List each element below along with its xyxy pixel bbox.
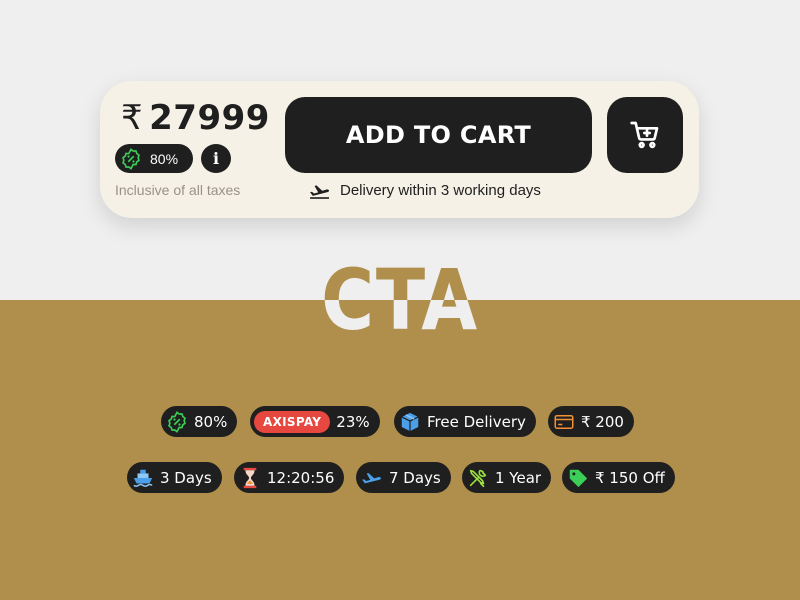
discount-value: 80% (150, 150, 179, 167)
coupon-chip: ₹ 150 Off (562, 462, 675, 493)
info-button[interactable]: i (201, 144, 231, 173)
discount-chip-label: 80% (194, 412, 228, 431)
delivery-text: Delivery within 3 working days (340, 181, 541, 199)
coupon-label: ₹ 150 Off (595, 468, 665, 487)
airplane-icon (361, 467, 383, 489)
card-offer-chip: ₹ 200 (548, 406, 634, 437)
package-icon (399, 411, 421, 433)
ship-icon (132, 467, 154, 489)
price-value: 27999 (149, 98, 270, 138)
page-title: CTA (56, 250, 744, 350)
free-delivery-label: Free Delivery (427, 412, 526, 431)
tax-note: Inclusive of all taxes (115, 182, 241, 198)
price: ₹27999 (121, 98, 270, 138)
free-delivery-chip: Free Delivery (394, 406, 536, 437)
discount-badge: 80% (115, 144, 193, 173)
bank-offer-tag: AXISPAY (254, 410, 331, 433)
warranty-chip: 1 Year (462, 462, 552, 493)
express-delivery-chip: 7 Days (356, 462, 451, 493)
hourglass-icon (239, 467, 261, 489)
discount-badge-icon (166, 410, 188, 433)
info-icon: i (212, 149, 220, 168)
cart-button[interactable] (607, 97, 683, 173)
price-tag-icon (567, 467, 589, 489)
product-purchase-card: ₹27999 80% i Inclusive of all taxes ADD … (100, 81, 699, 218)
bank-offer-chip: AXISPAY 23% (250, 406, 380, 437)
add-to-cart-button[interactable]: ADD TO CART (285, 97, 592, 173)
timer-label: 12:20:56 (267, 468, 335, 487)
timer-chip: 12:20:56 (234, 462, 345, 493)
discount-badge-icon (120, 147, 142, 170)
currency-symbol: ₹ (121, 98, 144, 138)
shipping-label: 3 Days (160, 468, 212, 487)
bank-offer-value: 23% (336, 412, 370, 431)
tools-icon (467, 467, 489, 489)
express-delivery-label: 7 Days (389, 468, 441, 487)
shipping-chip: 3 Days (127, 462, 222, 493)
credit-card-icon (553, 411, 575, 433)
discount-chip: 80% (161, 406, 238, 437)
shopping-cart-icon (629, 119, 661, 151)
airplane-takeoff-icon (309, 181, 331, 199)
card-offer-label: ₹ 200 (581, 412, 624, 431)
delivery-info: Delivery within 3 working days (309, 181, 541, 199)
warranty-label: 1 Year (495, 468, 542, 487)
